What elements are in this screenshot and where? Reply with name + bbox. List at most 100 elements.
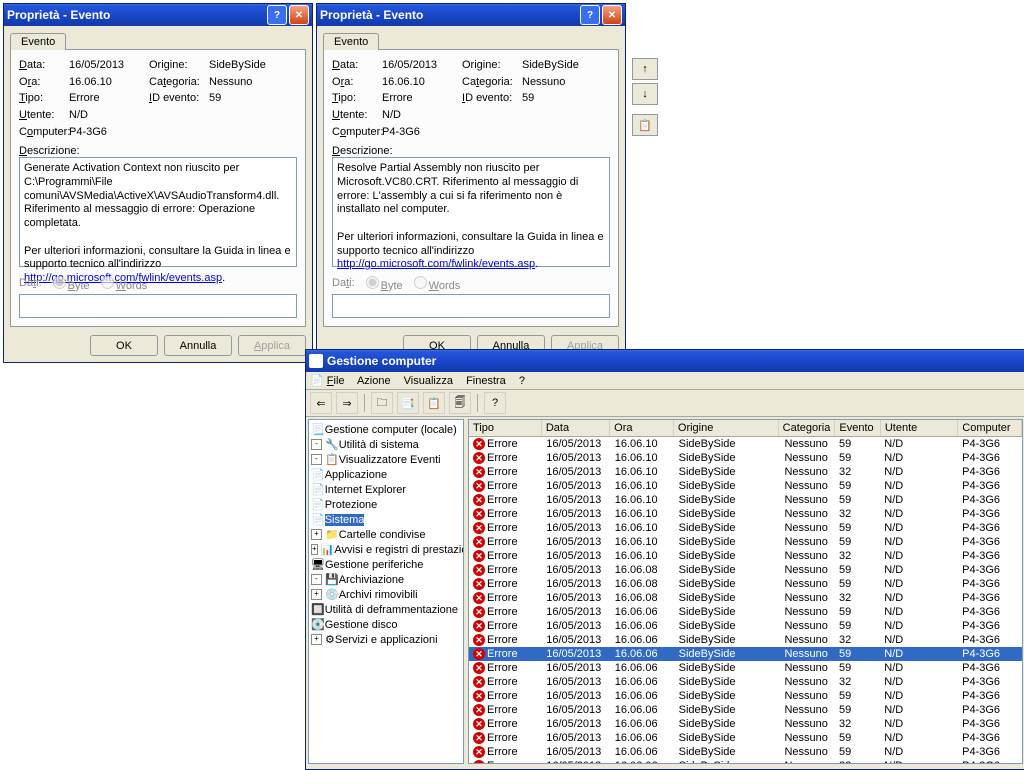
annulla-button[interactable]: Annulla bbox=[164, 335, 232, 356]
col-categoria[interactable]: Categoria bbox=[779, 420, 836, 436]
utente-value: N/D bbox=[382, 109, 602, 121]
help-link[interactable]: http://go.microsoft.com/fwlink/events.as… bbox=[337, 258, 535, 270]
tipo-label: Tipo: bbox=[19, 92, 69, 104]
descrizione-text[interactable]: Generate Activation Context non riuscito… bbox=[19, 157, 297, 267]
table-row[interactable]: ✕Errore16/05/201316.06.10SideBySideNessu… bbox=[469, 493, 1022, 507]
next-event-button[interactable]: ↓ bbox=[632, 83, 658, 105]
titlebar[interactable]: Gestione computer bbox=[306, 350, 1024, 372]
dati-label: Dati: bbox=[19, 277, 42, 289]
close-button[interactable]: ✕ bbox=[289, 5, 309, 25]
origine-value: SideBySide bbox=[522, 59, 602, 71]
error-icon: ✕ bbox=[473, 438, 485, 450]
table-row[interactable]: ✕Errore16/05/201316.06.06SideBySideNessu… bbox=[469, 745, 1022, 759]
back-button[interactable]: ⇐ bbox=[310, 392, 332, 414]
error-icon: ✕ bbox=[473, 466, 485, 478]
byte-radio[interactable]: Byte bbox=[361, 273, 403, 292]
error-icon: ✕ bbox=[473, 564, 485, 576]
titlebar[interactable]: Proprietà - Evento ? ✕ bbox=[4, 4, 312, 26]
table-row[interactable]: ✕Errore16/05/201316.06.06SideBySideNessu… bbox=[469, 703, 1022, 717]
forward-button[interactable]: ⇒ bbox=[336, 392, 358, 414]
table-row[interactable]: ✕Errore16/05/201316.06.10SideBySideNessu… bbox=[469, 451, 1022, 465]
menu-help[interactable]: ? bbox=[519, 375, 525, 387]
table-row[interactable]: ✕Errore16/05/201316.06.10SideBySideNessu… bbox=[469, 549, 1022, 563]
table-row[interactable]: ✕Errore16/05/201316.06.06SideBySideNessu… bbox=[469, 759, 1022, 764]
close-button[interactable]: ✕ bbox=[602, 5, 622, 25]
prev-event-button[interactable]: ↑ bbox=[632, 58, 658, 80]
tipo-value: Errore bbox=[382, 92, 462, 104]
table-row[interactable]: ✕Errore16/05/201316.06.10SideBySideNessu… bbox=[469, 437, 1022, 451]
table-row[interactable]: ✕Errore16/05/201316.06.06SideBySideNessu… bbox=[469, 731, 1022, 745]
tree-archiviazione[interactable]: -💾 Archiviazione bbox=[311, 572, 461, 587]
list-header: Tipo Data Ora Origine Categoria Evento U… bbox=[469, 420, 1022, 437]
byte-radio[interactable]: Byte bbox=[48, 273, 90, 292]
error-icon: ✕ bbox=[473, 592, 485, 604]
event-list[interactable]: Tipo Data Ora Origine Categoria Evento U… bbox=[468, 419, 1023, 764]
table-row[interactable]: ✕Errore16/05/201316.06.10SideBySideNessu… bbox=[469, 535, 1022, 549]
tree-utilita[interactable]: -🔧 Utilità di sistema bbox=[311, 437, 461, 452]
tree-sistema[interactable]: 📄 Sistema bbox=[311, 512, 461, 527]
table-row[interactable]: ✕Errore16/05/201316.06.06SideBySideNessu… bbox=[469, 661, 1022, 675]
tree-cartelle[interactable]: +📁 Cartelle condivise bbox=[311, 527, 461, 542]
tree-servizi[interactable]: +⚙ Servizi e applicazioni bbox=[311, 632, 461, 647]
error-icon: ✕ bbox=[473, 620, 485, 632]
menu-visualizza[interactable]: Visualizza bbox=[404, 375, 453, 387]
tab-evento[interactable]: Evento bbox=[323, 33, 379, 50]
ok-button[interactable]: OK bbox=[90, 335, 158, 356]
help-button[interactable]: ? bbox=[580, 5, 600, 25]
up-button[interactable]: 🗀 bbox=[371, 392, 393, 414]
words-radio[interactable]: Words bbox=[409, 273, 461, 292]
table-row[interactable]: ✕Errore16/05/201316.06.06SideBySideNessu… bbox=[469, 633, 1022, 647]
table-row[interactable]: ✕Errore16/05/201316.06.08SideBySideNessu… bbox=[469, 577, 1022, 591]
table-row[interactable]: ✕Errore16/05/201316.06.10SideBySideNessu… bbox=[469, 507, 1022, 521]
descrizione-text[interactable]: Resolve Partial Assembly non riuscito pe… bbox=[332, 157, 610, 267]
table-row[interactable]: ✕Errore16/05/201316.06.10SideBySideNessu… bbox=[469, 479, 1022, 493]
error-icon: ✕ bbox=[473, 676, 485, 688]
tree-protezione[interactable]: 📄 Protezione bbox=[311, 497, 461, 512]
col-evento[interactable]: Evento bbox=[835, 420, 880, 436]
tree-root[interactable]: 📃 Gestione computer (locale) bbox=[311, 422, 461, 437]
tree-visualizzatore[interactable]: -📋 Visualizzatore Eventi bbox=[311, 452, 461, 467]
table-row[interactable]: ✕Errore16/05/201316.06.06SideBySideNessu… bbox=[469, 647, 1022, 661]
table-row[interactable]: ✕Errore16/05/201316.06.06SideBySideNessu… bbox=[469, 675, 1022, 689]
tree-applicazione[interactable]: 📄 Applicazione bbox=[311, 467, 461, 482]
col-origine[interactable]: Origine bbox=[674, 420, 779, 436]
tab-evento[interactable]: Evento bbox=[10, 33, 66, 50]
help-button[interactable]: ? bbox=[267, 5, 287, 25]
data-value: 16/05/2013 bbox=[69, 59, 149, 71]
properties-button[interactable]: 📑 bbox=[397, 392, 419, 414]
tree-avvisi[interactable]: +📊 Avvisi e registri di prestazioni bbox=[311, 542, 461, 557]
tree-ie[interactable]: 📄 Internet Explorer bbox=[311, 482, 461, 497]
table-row[interactable]: ✕Errore16/05/201316.06.06SideBySideNessu… bbox=[469, 689, 1022, 703]
tree-rimovibili[interactable]: +💿 Archivi rimovibili bbox=[311, 587, 461, 602]
help-toolbar-button[interactable]: ? bbox=[484, 392, 506, 414]
computer-label: Computer: bbox=[19, 126, 69, 138]
tree-defrag[interactable]: 🔲 Utilità di deframmentazione bbox=[311, 602, 461, 617]
menu-finestra[interactable]: Finestra bbox=[466, 375, 506, 387]
utente-label: Utente: bbox=[332, 109, 382, 121]
ora-label: Ora: bbox=[19, 76, 69, 88]
tree-periferiche[interactable]: 🖥 Gestione periferiche bbox=[311, 557, 461, 572]
copy-button[interactable]: 📋 bbox=[632, 114, 658, 136]
titlebar[interactable]: Proprietà - Evento ? ✕ bbox=[317, 4, 625, 26]
dati-text bbox=[19, 294, 297, 318]
col-utente[interactable]: Utente bbox=[881, 420, 958, 436]
col-computer[interactable]: Computer bbox=[958, 420, 1022, 436]
words-radio[interactable]: Words bbox=[96, 273, 148, 292]
menu-azione[interactable]: Azione bbox=[357, 375, 391, 387]
tree-view[interactable]: 📃 Gestione computer (locale) -🔧 Utilità … bbox=[308, 419, 464, 764]
table-row[interactable]: ✕Errore16/05/201316.06.06SideBySideNessu… bbox=[469, 605, 1022, 619]
tree-disco[interactable]: 💽 Gestione disco bbox=[311, 617, 461, 632]
col-ora[interactable]: Ora bbox=[610, 420, 674, 436]
table-row[interactable]: ✕Errore16/05/201316.06.10SideBySideNessu… bbox=[469, 521, 1022, 535]
table-row[interactable]: ✕Errore16/05/201316.06.06SideBySideNessu… bbox=[469, 717, 1022, 731]
col-data[interactable]: Data bbox=[542, 420, 610, 436]
export-button[interactable]: 🗐 bbox=[449, 392, 471, 414]
table-row[interactable]: ✕Errore16/05/201316.06.10SideBySideNessu… bbox=[469, 465, 1022, 479]
col-tipo[interactable]: Tipo bbox=[469, 420, 542, 436]
menu-file[interactable]: 📄 File bbox=[310, 375, 345, 387]
table-row[interactable]: ✕Errore16/05/201316.06.08SideBySideNessu… bbox=[469, 591, 1022, 605]
table-row[interactable]: ✕Errore16/05/201316.06.06SideBySideNessu… bbox=[469, 619, 1022, 633]
table-row[interactable]: ✕Errore16/05/201316.06.08SideBySideNessu… bbox=[469, 563, 1022, 577]
ora-label: Ora: bbox=[332, 76, 382, 88]
refresh-button[interactable]: 📋 bbox=[423, 392, 445, 414]
